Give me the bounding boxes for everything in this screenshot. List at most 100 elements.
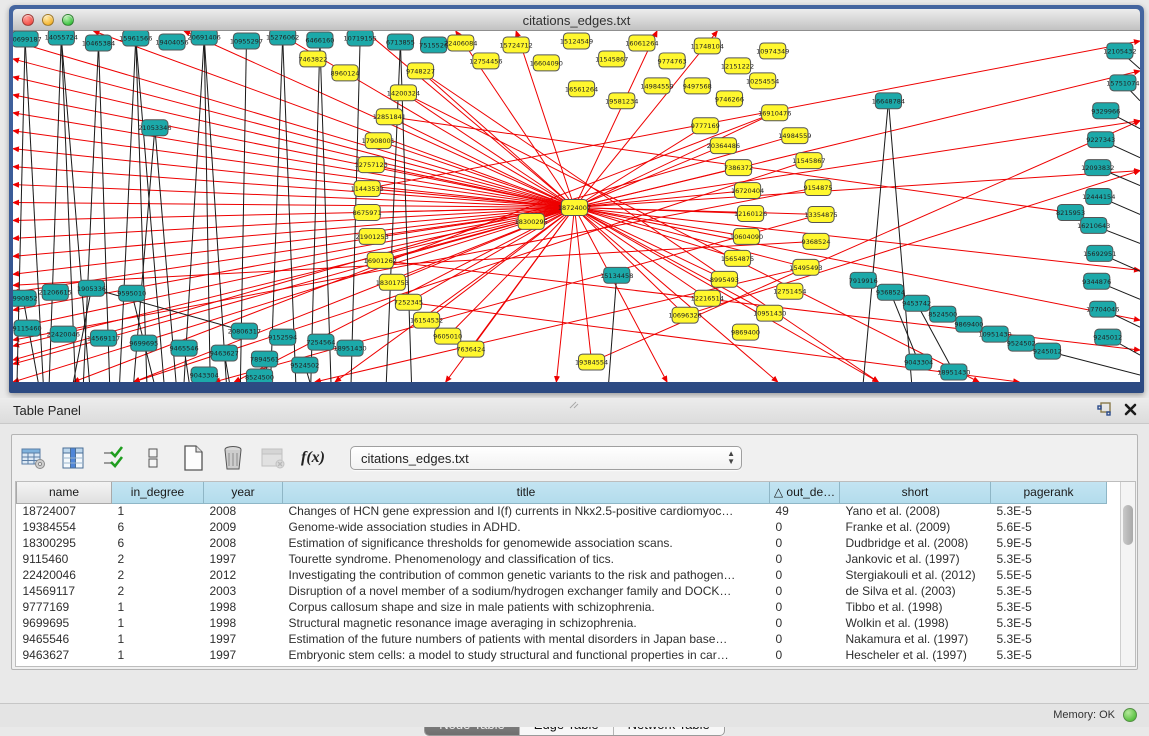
table-cell[interactable]: 0 [770, 535, 840, 551]
graph-node[interactable]: 15495493 [789, 259, 822, 275]
table-row[interactable]: 2242004622012Investigating the contribut… [17, 567, 1107, 583]
graph-node[interactable]: 9497568 [683, 78, 712, 94]
table-cell[interactable]: Yano et al. (2008) [840, 503, 991, 519]
graph-node[interactable]: 10254554 [746, 73, 779, 89]
graph-node[interactable]: 9043304 [190, 367, 219, 382]
table-cell[interactable]: 1998 [204, 599, 283, 615]
graph-node[interactable]: 11748104 [691, 38, 724, 54]
graph-node[interactable]: 9524502 [1007, 335, 1036, 351]
graph-node[interactable]: 12851841 [373, 109, 406, 125]
table-cell[interactable]: 9465546 [17, 631, 112, 647]
table-cell[interactable]: Genome-wide association studies in ADHD. [283, 519, 770, 535]
graph-node[interactable]: 7919916 [849, 272, 878, 288]
table-cell[interactable]: Tibbo et al. (1998) [840, 599, 991, 615]
graph-node[interactable]: 17704046 [1086, 301, 1119, 317]
graph-node[interactable]: 15124549 [560, 33, 593, 49]
table-cell[interactable]: Wolkin et al. (1998) [840, 615, 991, 631]
window-titlebar[interactable]: citations_edges.txt [13, 9, 1140, 31]
table-cell[interactable]: 5.9E-5 [991, 535, 1107, 551]
graph-node[interactable]: 16720404 [731, 183, 764, 199]
table-cell[interactable]: Stergiakouli et al. (2012) [840, 567, 991, 583]
graph-node[interactable]: 8960124 [331, 65, 360, 81]
table-cell[interactable]: Disruption of a novel member of a sodium… [283, 583, 770, 599]
table-cell[interactable]: Jankovic et al. (1997) [840, 551, 991, 567]
graph-node[interactable]: 1905336 [77, 280, 106, 296]
column-header-title[interactable]: title [283, 482, 770, 503]
graph-node[interactable]: 9869400 [731, 324, 760, 340]
table-cell[interactable]: 6 [112, 535, 204, 551]
graph-node[interactable]: 7254564 [306, 334, 335, 350]
table-cell[interactable]: Estimation of the future numbers of pati… [283, 631, 770, 647]
graph-node[interactable]: 14200324 [387, 85, 420, 101]
table-row[interactable]: 946554611997Estimation of the future num… [17, 631, 1107, 647]
graph-node[interactable]: 7252345 [394, 294, 423, 310]
table-cell[interactable]: Nakamura et al. (1997) [840, 631, 991, 647]
graph-node[interactable]: 7463822 [298, 51, 327, 67]
table-cell[interactable]: 9699695 [17, 615, 112, 631]
graph-node[interactable]: 9605010 [433, 328, 462, 344]
graph-node[interactable]: 14984559 [640, 78, 673, 94]
table-cell[interactable]: 0 [770, 583, 840, 599]
table-cell[interactable]: 0 [770, 599, 840, 615]
graph-node[interactable]: 9453742 [902, 295, 931, 311]
graph-node[interactable]: 18300295 [515, 213, 548, 229]
graph-node[interactable]: 16604090 [530, 55, 563, 71]
graph-node[interactable]: 18951430 [333, 340, 366, 356]
table-cell[interactable]: 18724007 [17, 503, 112, 519]
graph-node[interactable]: 9245012 [1033, 343, 1062, 359]
graph-node[interactable]: 9368524 [876, 284, 905, 300]
table-cell[interactable]: 5.3E-5 [991, 503, 1107, 519]
graph-node[interactable]: 9043304 [904, 354, 933, 370]
graph-node[interactable]: 12160126 [734, 206, 767, 222]
graph-node[interactable]: 7636424 [456, 341, 485, 357]
table-cell[interactable]: Estimation of significance thresholds fo… [283, 535, 770, 551]
float-panel-icon[interactable] [1097, 402, 1112, 417]
graph-node[interactable]: 8215953 [1056, 205, 1085, 221]
graph-node[interactable]: 21053346 [138, 120, 171, 136]
graph-node[interactable]: 10974349 [756, 43, 789, 59]
graph-node[interactable]: 21901253 [356, 228, 389, 244]
table-cell[interactable]: 5.3E-5 [991, 551, 1107, 567]
table-cell[interactable]: 1 [112, 631, 204, 647]
graph-node[interactable]: 9699695 [129, 335, 158, 351]
table-cell[interactable]: 0 [770, 519, 840, 535]
table-select-dropdown[interactable]: citations_edges.txt ▲▼ [350, 446, 742, 470]
select-all-icon[interactable] [100, 445, 126, 471]
table-cell[interactable]: 1 [112, 503, 204, 519]
graph-node[interactable]: 12216514 [691, 290, 724, 306]
graph-node[interactable]: 18301753 [376, 274, 409, 290]
graph-node[interactable]: 6713855 [386, 34, 415, 50]
graph-node[interactable]: 10719155 [344, 31, 377, 46]
table-cell[interactable]: 2009 [204, 519, 283, 535]
table-cell[interactable]: 0 [770, 631, 840, 647]
graph-node[interactable]: 10465384 [82, 35, 115, 51]
table-cell[interactable]: Structural magnetic resonance image aver… [283, 615, 770, 631]
graph-node[interactable]: 9524502 [290, 357, 319, 373]
graph-node[interactable]: 14569117 [87, 330, 120, 346]
graph-node[interactable]: 19404056 [155, 34, 188, 50]
table-cell[interactable]: 2012 [204, 567, 283, 583]
graph-node[interactable]: 20364486 [707, 138, 740, 154]
column-header-year[interactable]: year [204, 482, 283, 503]
table-cell[interactable]: 0 [770, 647, 840, 663]
table-cell[interactable]: 0 [770, 615, 840, 631]
graph-node[interactable]: 12754456 [469, 53, 502, 69]
graph-node[interactable]: 9774763 [658, 53, 687, 69]
table-cell[interactable]: de Silva et al. (2003) [840, 583, 991, 599]
graph-node[interactable]: 8675971 [353, 205, 382, 221]
graph-node[interactable]: 20691406 [188, 31, 221, 45]
table-cell[interactable]: 2 [112, 567, 204, 583]
table-row[interactable]: 1872400712008Changes of HCN gene express… [17, 503, 1107, 519]
table-cell[interactable]: 9777169 [17, 599, 112, 615]
table-row[interactable]: 946362711997Embryonic stem cells: a mode… [17, 647, 1107, 663]
graph-node[interactable]: 14984559 [778, 128, 811, 144]
table-row[interactable]: 977716911998Corpus callosum shape and si… [17, 599, 1107, 615]
table-cell[interactable]: Franke et al. (2009) [840, 519, 991, 535]
graph-node[interactable]: 9152594 [268, 329, 297, 345]
graph-node[interactable]: 15134458 [600, 267, 633, 283]
table-cell[interactable]: 0 [770, 567, 840, 583]
table-cell[interactable]: 2 [112, 583, 204, 599]
graph-node[interactable]: 16561264 [565, 81, 598, 97]
graph-node[interactable]: 10604090 [730, 228, 763, 244]
graph-node[interactable]: 9465546 [170, 340, 199, 356]
